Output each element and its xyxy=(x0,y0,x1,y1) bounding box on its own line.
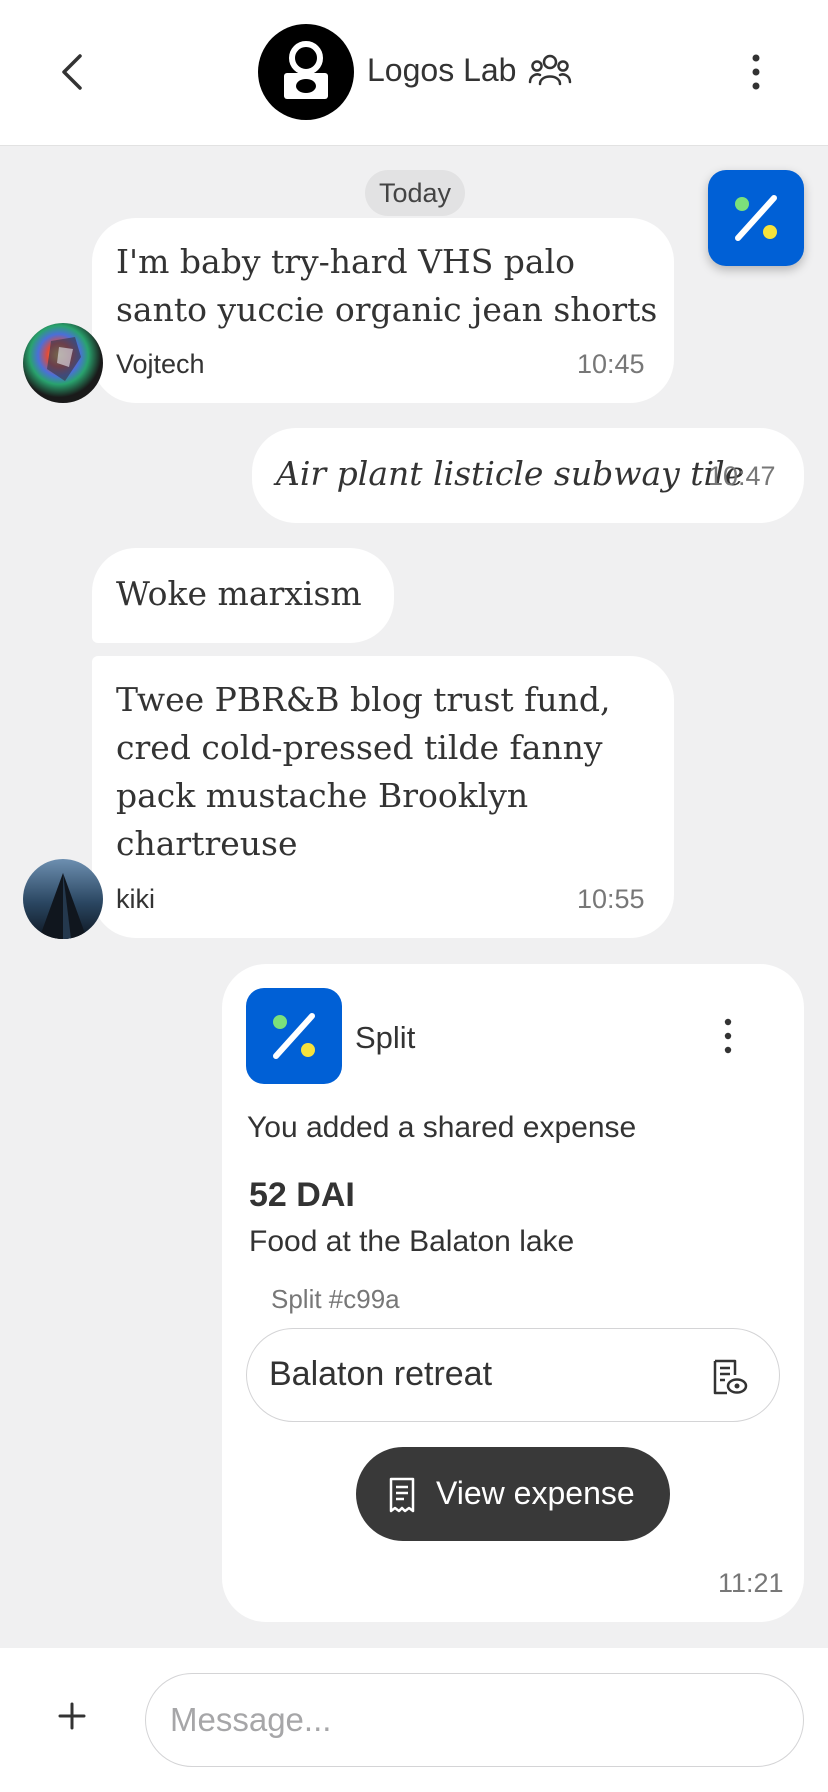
people-icon xyxy=(528,50,572,92)
message-text-line: cred cold-pressed tilde fanny xyxy=(116,728,603,767)
message-text: Woke marxism xyxy=(116,574,362,613)
message-input[interactable] xyxy=(145,1673,804,1767)
message-text-line: pack mustache Brooklyn xyxy=(116,776,529,815)
avatar[interactable] xyxy=(23,323,103,403)
message-time: 10:55 xyxy=(577,884,645,914)
expense-label: Food at the Balaton lake xyxy=(249,1225,575,1258)
expense-card: Split You added a shared expense 52 DAI … xyxy=(222,964,804,1622)
plus-icon xyxy=(58,1702,86,1730)
group-chip-label: Balaton retreat xyxy=(269,1355,493,1393)
percent-icon xyxy=(735,195,777,241)
back-button[interactable] xyxy=(52,50,92,94)
add-attachment-button[interactable] xyxy=(52,1696,92,1736)
more-vertical-icon xyxy=(724,1018,732,1054)
message-text-line: Twee PBR&B blog trust fund, xyxy=(116,680,611,719)
day-separator: Today xyxy=(365,170,466,216)
group-chip[interactable]: Balaton retreat xyxy=(246,1328,780,1422)
message-time: 10:45 xyxy=(577,349,645,379)
message-time: 10:47 xyxy=(708,461,776,491)
chat-title[interactable]: Logos Lab xyxy=(367,52,516,89)
avatar[interactable] xyxy=(23,859,103,939)
sender-name: Vojtech xyxy=(116,349,205,379)
group-avatar[interactable] xyxy=(258,24,354,120)
split-app-button[interactable] xyxy=(708,170,804,266)
split-id: Split #c99a xyxy=(271,1284,400,1314)
view-expense-label: View expense xyxy=(436,1475,635,1511)
message-text-line: I'm baby try-hard VHS palo xyxy=(116,242,576,281)
message-time: 11:21 xyxy=(718,1568,784,1598)
card-more-button[interactable] xyxy=(716,1016,740,1056)
receipt-view-icon[interactable] xyxy=(709,1357,749,1397)
percent-icon xyxy=(273,1013,315,1059)
expense-description: You added a shared expense xyxy=(247,1111,637,1144)
split-app-icon[interactable] xyxy=(246,988,342,1084)
message-text: Air plant listicle subway tile xyxy=(276,454,745,493)
more-options-button[interactable] xyxy=(740,50,772,94)
message-bubble[interactable]: Woke marxism xyxy=(92,548,394,643)
message-bubble[interactable]: I'm baby try-hard VHS palo santo yuccie … xyxy=(92,218,674,403)
logos-logo-icon xyxy=(284,41,328,99)
card-app-name: Split xyxy=(355,1020,416,1055)
more-vertical-icon xyxy=(752,54,760,90)
message-text-line: chartreuse xyxy=(116,824,298,863)
message-bubble-own[interactable]: Air plant listicle subway tile 10:47 xyxy=(252,428,804,523)
chevron-left-icon xyxy=(62,54,82,90)
chat-header: Logos Lab xyxy=(0,0,828,146)
view-expense-button[interactable]: View expense xyxy=(356,1447,670,1541)
message-text-line: santo yuccie organic jean shorts xyxy=(116,290,658,329)
expense-amount: 52 DAI xyxy=(249,1176,355,1214)
receipt-icon xyxy=(386,1477,418,1513)
message-bubble[interactable]: Twee PBR&B blog trust fund, cred cold-pr… xyxy=(92,656,674,938)
sender-name: kiki xyxy=(116,884,155,914)
